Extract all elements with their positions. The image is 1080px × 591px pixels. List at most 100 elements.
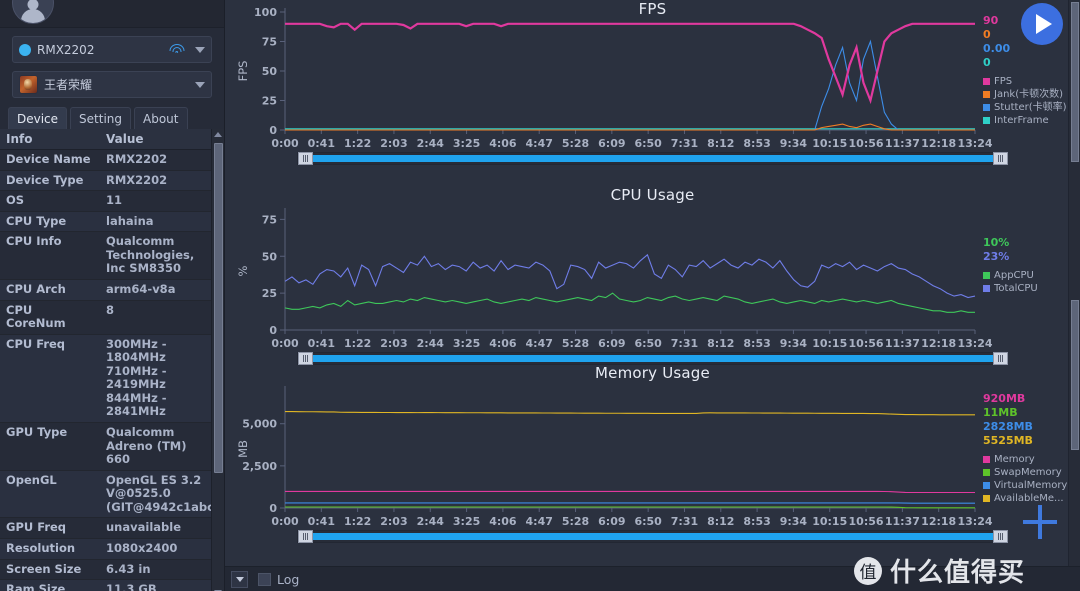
scroll-up-arrow-icon[interactable] — [214, 132, 222, 137]
legend-label: AvailableMe... — [994, 493, 1064, 504]
tab-device[interactable]: Device — [8, 107, 68, 129]
table-row[interactable]: GPU Freq unavailable — [0, 517, 212, 539]
svg-text:8:53: 8:53 — [743, 137, 770, 150]
legend-label: SwapMemory — [994, 467, 1062, 478]
table-row[interactable]: Device Type RMX2202 — [0, 170, 212, 192]
info-value: Qualcomm Adreno (TM) 660 — [100, 422, 212, 471]
info-key: OpenGL — [0, 470, 100, 519]
svg-text:11:37: 11:37 — [885, 137, 920, 150]
legend-value: 920MB — [983, 392, 1026, 405]
legend-value: 2828MB — [983, 420, 1033, 433]
checkbox-box[interactable] — [258, 572, 271, 586]
app-selector[interactable]: 王者荣耀 — [12, 71, 212, 98]
avatar[interactable] — [12, 0, 54, 24]
scrollbar-right-handle[interactable] — [993, 152, 1008, 165]
device-info-table: Info Value Device Name RMX2202 Device Type… — [0, 129, 222, 591]
scrollbar-left-handle[interactable] — [298, 152, 313, 165]
svg-text:25: 25 — [262, 287, 277, 300]
svg-text:2:44: 2:44 — [417, 337, 445, 350]
chart-title: Memory Usage — [595, 364, 710, 382]
legend-item[interactable]: TotalCPU — [983, 282, 1038, 295]
right-scrollbar-thumb-top[interactable] — [1071, 2, 1079, 162]
svg-text:6:09: 6:09 — [598, 337, 625, 350]
legend-swatch — [983, 469, 990, 476]
svg-text:12:18: 12:18 — [921, 137, 956, 150]
table-row[interactable]: CPU Info Qualcomm Technologies, Inc SM835… — [0, 231, 212, 280]
chevron-down-icon[interactable] — [195, 81, 205, 88]
table-row[interactable]: CPU Freq 300MHz - 1804MHz 710MHz - 2419MH… — [0, 334, 212, 424]
legend-item[interactable]: Memory — [983, 453, 1067, 466]
right-scrollbar-thumb-bottom[interactable] — [1071, 300, 1079, 450]
tab-about[interactable]: About — [134, 107, 188, 129]
legend-item[interactable]: Stutter(卡顿率) — [983, 101, 1067, 114]
svg-text:3:25: 3:25 — [453, 515, 480, 528]
scrollbar-thumb[interactable] — [214, 143, 223, 473]
legend-item[interactable]: Jank(卡顿次数) — [983, 88, 1067, 101]
info-value: RMX2202 — [100, 170, 212, 192]
scrollbar-right-handle[interactable] — [993, 530, 1008, 543]
legend-swatch — [983, 456, 990, 463]
table-row[interactable]: OS 11 — [0, 190, 212, 212]
svg-text:75: 75 — [262, 213, 277, 226]
plot-svg: 0 25 50 75% 0:00 0:41 1:22 2:03 2:44 3:25 4:06 4:47… — [236, 208, 993, 350]
table-row[interactable]: Resolution 1080x2400 — [0, 538, 212, 560]
scrollbar-left-handle[interactable] — [298, 530, 313, 543]
svg-text:10:15: 10:15 — [812, 515, 847, 528]
svg-text:3:25: 3:25 — [453, 137, 480, 150]
info-key: OS — [0, 190, 100, 212]
legend-item[interactable]: InterFrame — [983, 114, 1067, 127]
chevron-down-icon[interactable] — [195, 46, 205, 53]
chart-legend: 920MB 11MB 2828MB 5525MB Memory SwapMemory Vir… — [983, 392, 1067, 505]
log-checkbox[interactable]: Log — [258, 572, 299, 587]
svg-text:10:15: 10:15 — [812, 337, 847, 350]
table-row[interactable]: Ram Size 11.3 GB — [0, 579, 212, 591]
svg-text:25: 25 — [262, 95, 277, 108]
legend-item[interactable]: SwapMemory — [983, 466, 1067, 479]
legend-swatch — [983, 495, 990, 502]
svg-text:1:22: 1:22 — [344, 515, 371, 528]
legend-value: 5525MB — [983, 434, 1033, 447]
legend-item[interactable]: FPS — [983, 75, 1067, 88]
info-value: lahaina — [100, 211, 212, 233]
legend-label: VirtualMemory — [994, 480, 1068, 491]
info-value: Qualcomm Technologies, Inc SM8350 — [100, 231, 212, 280]
toolbar-dropdown-button[interactable] — [231, 570, 248, 588]
svg-text:4:06: 4:06 — [489, 137, 517, 150]
info-key: CPU Info — [0, 231, 100, 280]
table-row[interactable]: Device Name RMX2202 — [0, 149, 212, 171]
sidebar-vertical-scrollbar[interactable] — [211, 129, 224, 591]
svg-text:6:50: 6:50 — [634, 337, 662, 350]
table-row[interactable]: Screen Size 6.43 in — [0, 559, 212, 581]
table-row[interactable]: CPU Arch arm64-v8a — [0, 279, 212, 301]
svg-text:8:12: 8:12 — [707, 137, 734, 150]
scrollbar-track[interactable] — [298, 155, 1006, 162]
table-row[interactable]: GPU Type Qualcomm Adreno (TM) 660 — [0, 422, 212, 471]
table-row[interactable]: OpenGL OpenGL ES 3.2 V@0525.0 (GIT@4942c1… — [0, 470, 222, 519]
table-row[interactable]: CPU CoreNum 8 — [0, 300, 212, 335]
chart-title: CPU Usage — [610, 186, 695, 204]
play-button[interactable] — [1021, 3, 1063, 45]
legend-item[interactable]: AppCPU — [983, 269, 1038, 282]
tab-setting[interactable]: Setting — [70, 107, 132, 129]
timeline-scrollbar[interactable] — [297, 530, 1008, 543]
svg-text:0: 0 — [269, 324, 277, 337]
legend-item[interactable]: AvailableMe... — [983, 492, 1067, 505]
svg-text:6:50: 6:50 — [634, 137, 662, 150]
info-value: 11 — [100, 190, 212, 212]
svg-text:2,500: 2,500 — [242, 460, 277, 473]
svg-text:12:18: 12:18 — [921, 515, 956, 528]
right-scroll-rail[interactable] — [1068, 0, 1080, 578]
svg-text:4:47: 4:47 — [526, 137, 553, 150]
table-row[interactable]: CPU Type lahaina — [0, 211, 212, 233]
device-selector-label: RMX2202 — [37, 42, 95, 57]
legend-item[interactable]: VirtualMemory — [983, 479, 1067, 492]
svg-text:2:03: 2:03 — [380, 137, 407, 150]
add-chart-button[interactable] — [1023, 505, 1057, 539]
scrollbar-track[interactable] — [298, 533, 1006, 540]
plot-svg: 0255075100FPS0:00 0:41 1:22 2:03 2:44 3:25 4:0… — [236, 6, 993, 150]
device-selector[interactable]: RMX2202 — [12, 36, 212, 63]
svg-text:10:56: 10:56 — [849, 515, 884, 528]
info-key: Resolution — [0, 538, 100, 560]
legend-label: TotalCPU — [994, 283, 1038, 294]
timeline-scrollbar[interactable] — [297, 152, 1008, 165]
